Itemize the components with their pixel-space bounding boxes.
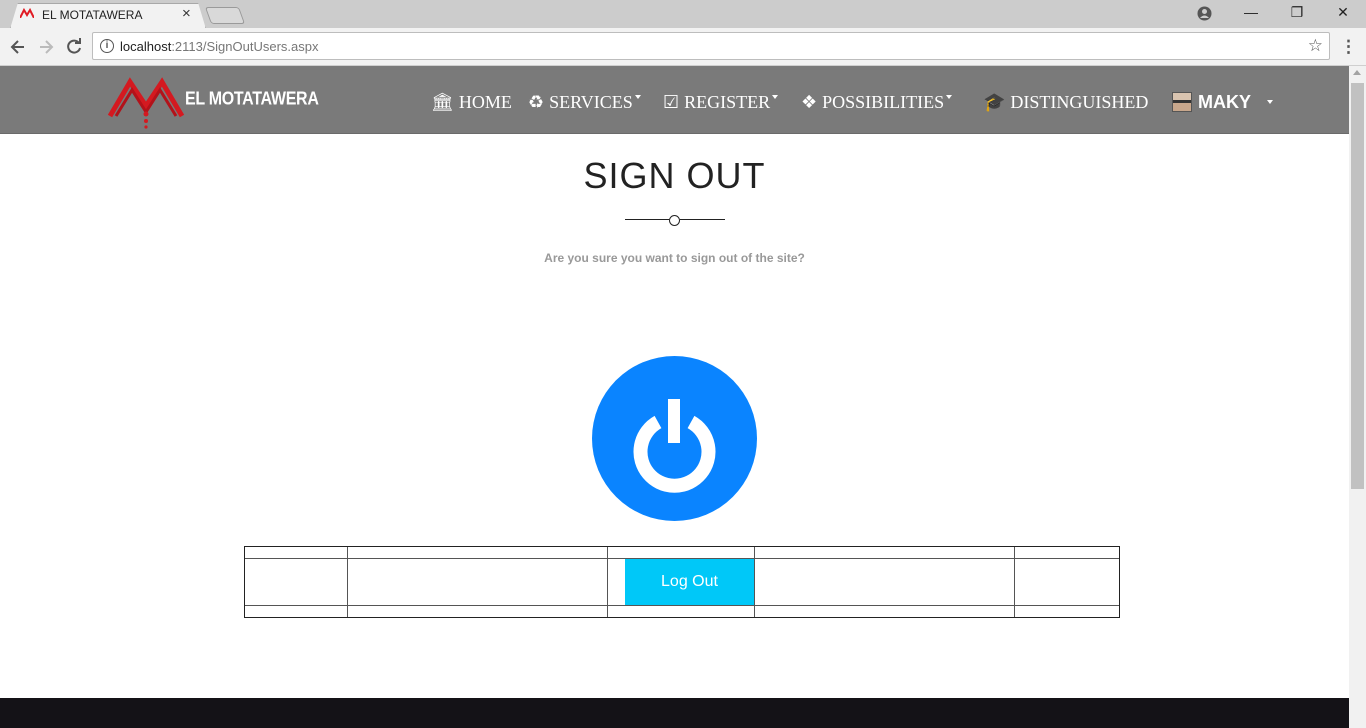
profile-icon[interactable] [1197, 6, 1212, 21]
table-row-divider [245, 605, 1119, 606]
title-divider-left [625, 219, 669, 220]
reload-icon[interactable] [64, 37, 84, 57]
site-footer [0, 698, 1349, 728]
info-icon[interactable]: i [100, 39, 114, 53]
url-text[interactable]: localhost:2113/SignOutUsers.aspx [120, 39, 318, 54]
title-divider-right [680, 219, 725, 220]
cubes-icon: ❖ [801, 91, 818, 113]
address-bar[interactable]: i localhost:2113/SignOutUsers.aspx ☆ [92, 32, 1330, 60]
table-col-divider [1014, 547, 1015, 617]
browser-tabstrip: EL MOTATAWERA × — ❐ ✕ [0, 0, 1366, 29]
nav-user-menu[interactable]: MAKY [1172, 90, 1273, 114]
scroll-thumb[interactable] [1351, 83, 1364, 489]
nav-distinguished[interactable]: 🎓 DISTINGUISHED [983, 90, 1148, 114]
power-button[interactable] [592, 356, 757, 521]
page-scrollbar[interactable] [1349, 66, 1366, 728]
nav-services[interactable]: ♻ SERVICES [528, 90, 641, 114]
caret-down-icon [1267, 100, 1273, 104]
caret-down-icon [634, 95, 641, 99]
table-col-divider [754, 547, 755, 617]
nav-register-label: REGISTER [684, 91, 771, 112]
url-host: localhost [120, 39, 172, 54]
recycle-icon: ♻ [528, 91, 545, 113]
table-col-divider [347, 547, 348, 617]
url-path: :2113/SignOutUsers.aspx [171, 39, 319, 54]
page-title: SIGN OUT [583, 155, 766, 196]
forward-arrow-icon[interactable] [36, 37, 56, 57]
title-divider-circle [669, 215, 680, 226]
nav-home-label: HOME [458, 91, 512, 112]
nav-home[interactable]: 🏛 HOME [431, 90, 512, 114]
tab-close-icon[interactable]: × [182, 5, 191, 22]
checkbox-icon: ☑ [663, 91, 680, 113]
brand-name[interactable]: EL MOTATAWERA [185, 90, 319, 111]
table-col-divider [607, 547, 608, 617]
nav-possibilities[interactable]: ❖ POSSIBILITIES [801, 90, 953, 114]
bank-icon: 🏛 [431, 91, 454, 113]
tab-title: EL MOTATAWERA [42, 8, 143, 22]
avatar [1172, 92, 1192, 112]
nav-register[interactable]: ☑ REGISTER [663, 90, 779, 114]
caret-down-icon [946, 95, 953, 99]
minimize-button[interactable]: — [1241, 4, 1261, 22]
bookmark-star-icon[interactable]: ☆ [1308, 36, 1323, 56]
close-window-button[interactable]: ✕ [1333, 4, 1353, 22]
new-tab-button[interactable] [204, 7, 246, 24]
nav-possibilities-label: POSSIBILITIES [822, 91, 945, 112]
graduation-cap-icon: 🎓 [983, 91, 1006, 113]
back-arrow-icon[interactable] [8, 37, 28, 57]
logout-button[interactable]: Log Out [625, 559, 754, 605]
scroll-up-arrow-icon[interactable] [1353, 70, 1361, 75]
browser-toolbar: i localhost:2113/SignOutUsers.aspx ☆ ⋮ [0, 28, 1366, 66]
caret-down-icon [772, 95, 779, 99]
nav-distinguished-label: DISTINGUISHED [1010, 91, 1149, 112]
site-logo[interactable] [108, 72, 186, 130]
browser-menu-icon[interactable]: ⋮ [1340, 37, 1357, 57]
power-icon [633, 399, 716, 493]
site-navbar: EL MOTATAWERA 🏛 HOME ♻ SERVICES ☑ REGIST… [0, 66, 1349, 134]
user-name: MAKY [1198, 91, 1251, 112]
restore-button[interactable]: ❐ [1287, 4, 1307, 22]
site-favicon-icon [20, 8, 34, 18]
nav-services-label: SERVICES [549, 91, 633, 112]
sign-out-prompt: Are you sure you want to sign out of the… [544, 251, 805, 265]
